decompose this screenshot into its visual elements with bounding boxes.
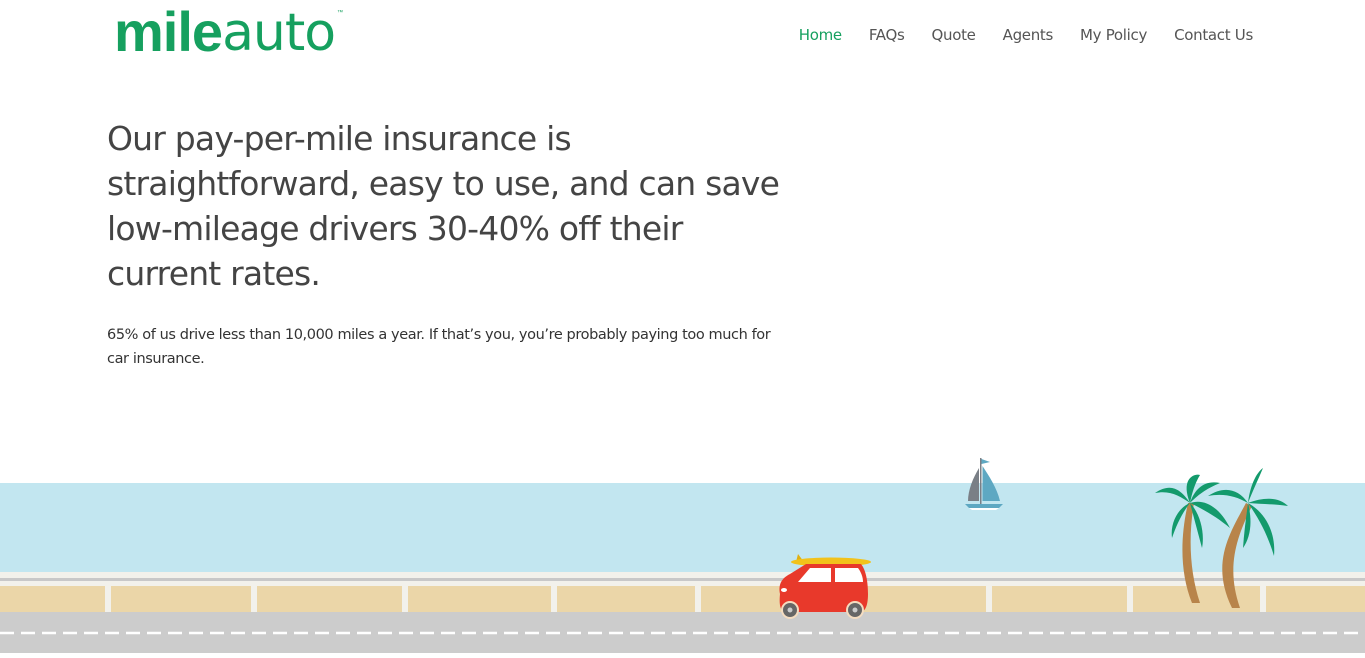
nav-contact-us[interactable]: Contact Us (1174, 24, 1253, 46)
mileauto-logo[interactable]: mile auto ™ (114, 0, 344, 64)
hero-title: Our pay-per-mile insurance is straightfo… (107, 119, 780, 293)
logo-text-bold: mile (114, 0, 223, 63)
site-header: mile auto ™ Home FAQs Quote Agents My Po… (0, 0, 1365, 70)
nav-quote[interactable]: Quote (932, 24, 976, 46)
logo-trademark: ™ (337, 10, 344, 16)
nav-faqs[interactable]: FAQs (869, 24, 905, 46)
nav-home[interactable]: Home (799, 24, 842, 46)
logo-text-light: auto (222, 3, 336, 63)
sand-band (0, 586, 1365, 612)
beach-road-illustration (0, 440, 1365, 653)
main-nav: Home FAQs Quote Agents My Policy Contact… (772, 24, 1254, 46)
guard-rail-stripe (0, 578, 1365, 581)
guard-rail-lower (0, 581, 1365, 586)
sea-band (0, 483, 1365, 573)
nav-my-policy[interactable]: My Policy (1080, 24, 1147, 46)
guard-rail (0, 572, 1365, 578)
hero-subtitle: 65% of us drive less than 10,000 miles a… (107, 327, 771, 367)
nav-agents[interactable]: Agents (1003, 24, 1054, 46)
